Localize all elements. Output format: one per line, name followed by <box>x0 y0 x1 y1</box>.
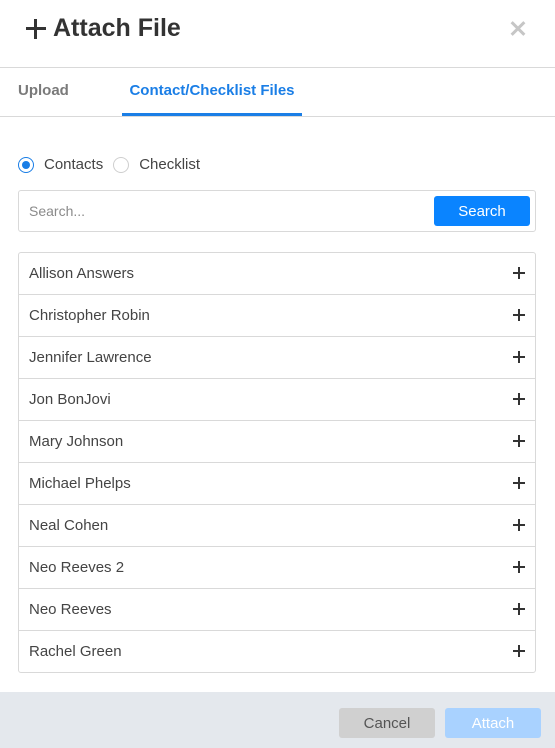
contact-name: Neo Reeves <box>29 601 112 618</box>
contact-name: Jennifer Lawrence <box>29 349 152 366</box>
contact-name: Christopher Robin <box>29 307 150 324</box>
cancel-button[interactable]: Cancel <box>339 708 435 738</box>
list-item: Neal Cohen <box>19 504 535 546</box>
list-item: Neo Reeves <box>19 588 535 630</box>
list-item: Jon BonJovi <box>19 378 535 420</box>
add-icon[interactable] <box>513 267 525 279</box>
plus-icon <box>26 18 46 39</box>
add-icon[interactable] <box>513 477 525 489</box>
contact-name: Michael Phelps <box>29 475 131 492</box>
tab-upload[interactable]: Upload <box>18 68 69 116</box>
add-icon[interactable] <box>513 351 525 363</box>
dialog-footer: Cancel Attach <box>0 692 555 748</box>
attach-button[interactable]: Attach <box>445 708 541 738</box>
tab-contact-checklist-files[interactable]: Contact/Checklist Files <box>122 68 302 116</box>
source-radio-group: Contacts Checklist <box>18 156 210 173</box>
list-item: Christopher Robin <box>19 294 535 336</box>
search-button[interactable]: Search <box>434 196 530 226</box>
list-item: Mary Johnson <box>19 420 535 462</box>
list-item: Jennifer Lawrence <box>19 336 535 378</box>
checklist-radio[interactable] <box>113 156 130 173</box>
contact-name: Mary Johnson <box>29 433 124 450</box>
tab-bar: Upload Contact/Checklist Files <box>0 68 555 117</box>
checklist-radio-label[interactable]: Checklist <box>139 156 200 173</box>
add-icon[interactable] <box>513 393 525 405</box>
list-item: Allison Answers <box>19 253 535 294</box>
add-icon[interactable] <box>513 645 525 657</box>
add-icon[interactable] <box>513 603 525 615</box>
add-icon[interactable] <box>513 519 525 531</box>
dialog-header: Attach File <box>0 0 555 68</box>
add-icon[interactable] <box>513 561 525 573</box>
contacts-radio[interactable] <box>18 156 34 173</box>
contact-name: Jon BonJovi <box>29 391 111 408</box>
search-box: Search <box>18 190 536 232</box>
add-icon[interactable] <box>513 309 525 321</box>
dialog-title-wrap: Attach File <box>26 14 181 43</box>
contact-list: Allison Answers Christopher Robin Jennif… <box>18 252 536 673</box>
list-item: Rachel Green <box>19 630 535 672</box>
list-item: Michael Phelps <box>19 462 535 504</box>
close-icon[interactable] <box>508 19 528 39</box>
contact-name: Rachel Green <box>29 643 122 660</box>
dialog-title: Attach File <box>53 14 181 42</box>
contacts-radio-label[interactable]: Contacts <box>44 156 103 173</box>
add-icon[interactable] <box>513 435 525 447</box>
contact-name: Neal Cohen <box>29 517 109 534</box>
search-input[interactable] <box>20 192 430 230</box>
list-item: Neo Reeves 2 <box>19 546 535 588</box>
contact-name: Allison Answers <box>29 265 135 282</box>
contact-name: Neo Reeves 2 <box>29 559 125 576</box>
